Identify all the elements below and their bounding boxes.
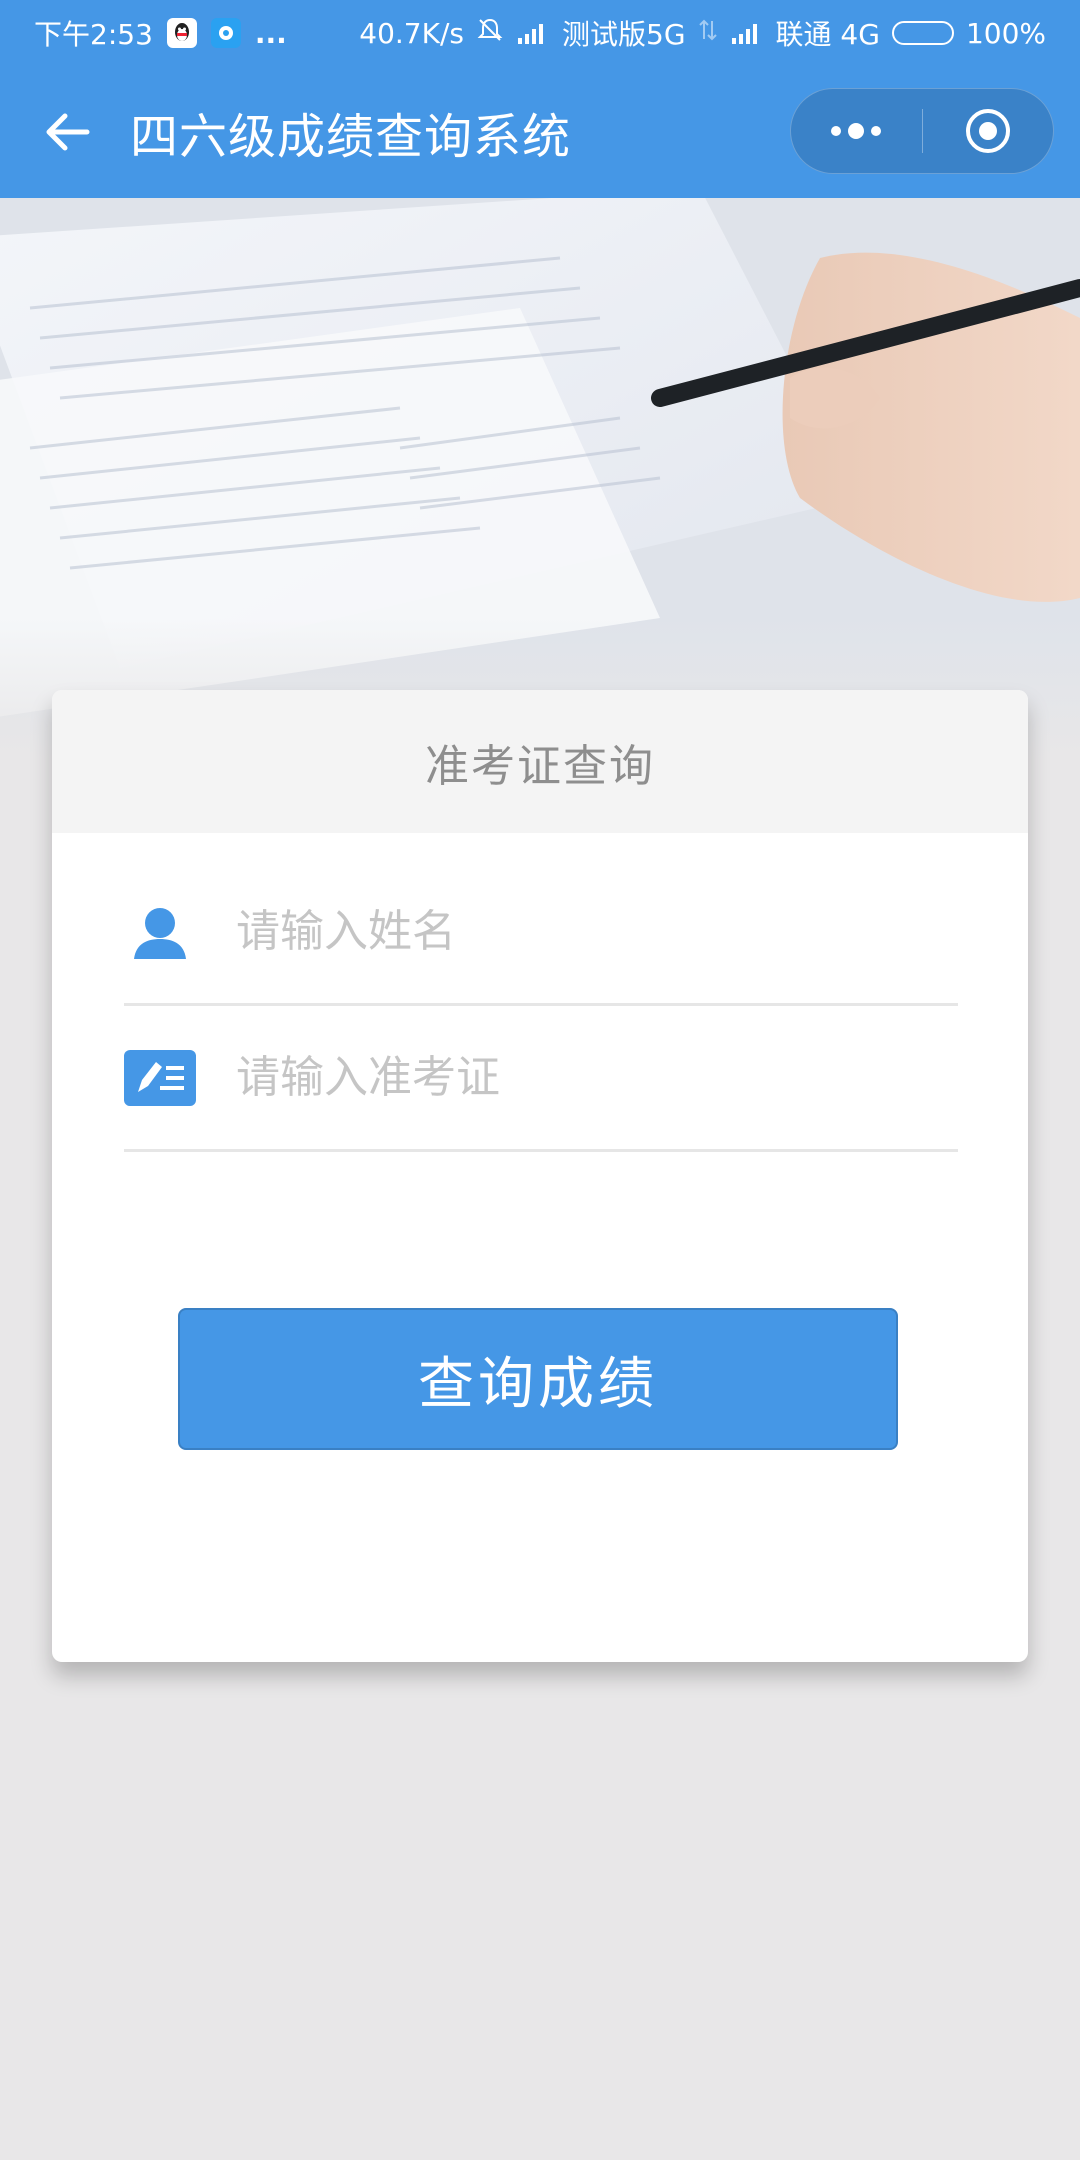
mini-program-capsule <box>790 88 1054 174</box>
qq-icon <box>166 18 197 48</box>
carrier-2: 联通 4G <box>775 18 880 51</box>
status-time: 下午2:53 <box>34 18 153 51</box>
query-card: 准考证查询 查询成绩 <box>52 690 1028 1662</box>
more-button[interactable] <box>791 89 922 173</box>
back-button[interactable] <box>32 97 102 167</box>
ticket-input[interactable] <box>236 1052 916 1103</box>
target-circle-icon <box>965 109 1010 153</box>
ticket-field <box>124 1006 958 1152</box>
card-title: 准考证查询 <box>52 690 1028 833</box>
status-bar: 下午2:53 ... 40.7K/s 测试版5G 联通 4G 100% <box>0 0 1080 66</box>
mute-bell-icon <box>476 16 504 51</box>
query-score-button[interactable]: 查询成绩 <box>178 1308 898 1450</box>
message-app-icon <box>210 18 241 48</box>
battery-icon <box>891 21 954 45</box>
close-button[interactable] <box>923 89 1054 173</box>
more-dots-icon <box>831 123 882 139</box>
data-arrows-icon <box>698 17 718 50</box>
network-speed: 40.7K/s <box>359 16 464 50</box>
nav-bar: 四六级成绩查询系统 <box>0 66 1080 198</box>
edit-list-icon <box>124 1048 196 1108</box>
name-input[interactable] <box>236 906 916 957</box>
battery-percent: 100% <box>965 16 1046 50</box>
carrier-1: 测试版5G <box>562 18 686 51</box>
back-arrow-icon <box>46 113 90 151</box>
signal-icon-2 <box>730 20 764 46</box>
page-title: 四六级成绩查询系统 <box>130 109 572 165</box>
name-field <box>124 860 958 1006</box>
status-more: ... <box>254 16 287 50</box>
hero-image <box>0 198 1080 758</box>
user-icon <box>124 902 196 962</box>
signal-icon <box>516 20 550 46</box>
